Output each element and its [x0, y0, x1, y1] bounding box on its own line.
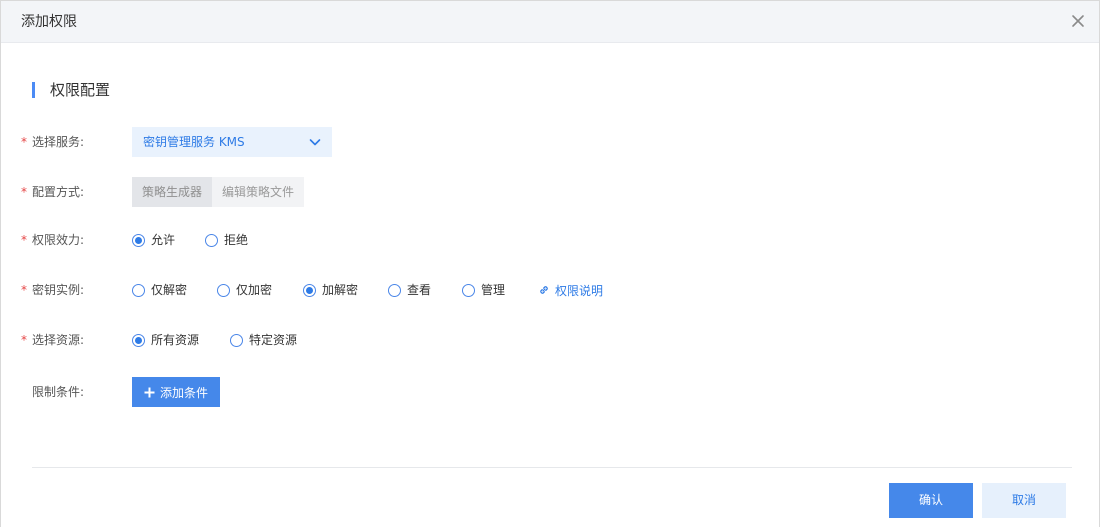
tab-edit-policy-file[interactable]: 编辑策略文件	[212, 177, 305, 207]
radio-unchecked-icon	[462, 283, 475, 297]
service-label: * 选择服务:	[21, 127, 84, 157]
radio-decrypt-only[interactable]: 仅解密	[132, 275, 187, 305]
radio-all-resources[interactable]: 所有资源	[132, 325, 199, 355]
radio-unchecked-icon	[132, 283, 145, 297]
service-select[interactable]: 密钥管理服务 KMS	[132, 127, 332, 157]
required-mark: *	[21, 135, 27, 149]
add-permission-dialog: 添加权限 权限配置 * 选择服务: 密钥管理服务 KMS * 配置方式: 策略生成器…	[0, 0, 1100, 527]
effect-label: * 权限效力:	[21, 225, 84, 255]
link-icon	[540, 286, 548, 294]
section-accent-bar	[32, 82, 35, 98]
plus-icon	[144, 387, 155, 397]
confirm-button[interactable]: 确认	[889, 483, 973, 518]
dialog-title: 添加权限	[21, 14, 77, 30]
radio-checked-icon	[132, 333, 145, 347]
radio-unchecked-icon	[217, 283, 230, 297]
radio-deny[interactable]: 拒绝	[205, 225, 248, 255]
add-condition-button[interactable]: 添加条件	[132, 377, 220, 407]
section-title: 权限配置	[50, 81, 111, 99]
chevron-down-icon	[309, 139, 321, 146]
permission-help-link[interactable]: 权限说明	[538, 275, 603, 305]
config-mode-switch: 策略生成器 编辑策略文件	[132, 177, 305, 207]
required-mark: *	[21, 333, 27, 347]
cancel-button[interactable]: 取消	[982, 483, 1066, 518]
resource-label: * 选择资源:	[21, 325, 84, 355]
permission-help-label: 权限说明	[555, 283, 604, 298]
close-icon[interactable]	[1069, 12, 1087, 30]
radio-view[interactable]: 查看	[388, 275, 431, 305]
dialog-header: 添加权限	[1, 1, 1099, 43]
conditions-label: 限制条件:	[32, 385, 85, 399]
radio-manage[interactable]: 管理	[462, 275, 505, 305]
radio-encrypt-only[interactable]: 仅加密	[217, 275, 272, 305]
radio-specific-resources[interactable]: 特定资源	[230, 325, 297, 355]
required-mark: *	[21, 233, 27, 247]
add-condition-label: 添加条件	[159, 385, 208, 400]
radio-unchecked-icon	[230, 333, 243, 347]
tab-policy-generator[interactable]: 策略生成器	[132, 177, 213, 207]
config-mode-label: * 配置方式:	[21, 177, 84, 207]
radio-unchecked-icon	[205, 233, 218, 247]
radio-unchecked-icon	[388, 283, 401, 297]
footer-divider	[32, 467, 1072, 468]
radio-encrypt-decrypt[interactable]: 加解密	[303, 275, 358, 305]
radio-allow[interactable]: 允许	[132, 225, 175, 255]
service-select-value: 密钥管理服务 KMS	[143, 135, 245, 149]
radio-checked-icon	[303, 283, 316, 297]
required-mark: *	[21, 283, 27, 297]
required-mark: *	[21, 185, 27, 199]
key-instance-label: * 密钥实例:	[21, 275, 84, 305]
radio-checked-icon	[132, 233, 145, 247]
